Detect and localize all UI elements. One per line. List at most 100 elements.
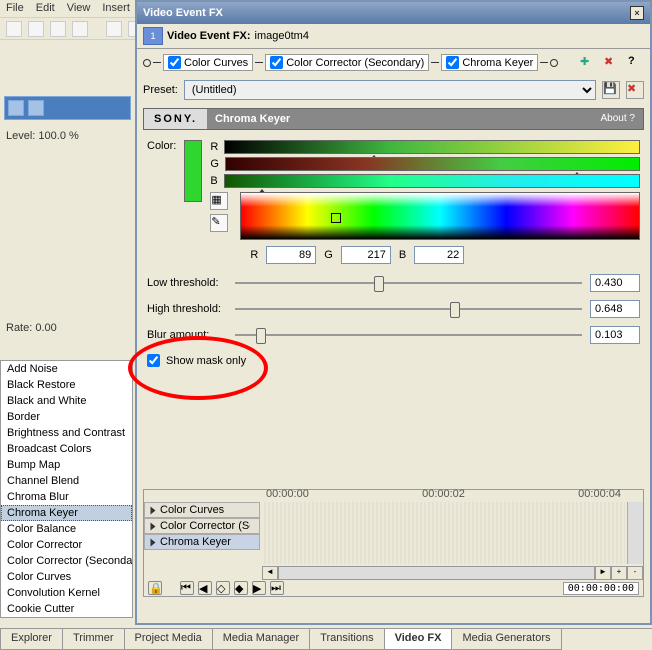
high-slider[interactable]	[235, 300, 582, 318]
prev-key-icon[interactable]: ◀	[198, 581, 212, 595]
doc-icon[interactable]	[72, 21, 88, 37]
color-section: Color: R G B ▦ ✎	[137, 134, 650, 270]
track[interactable]: Chroma Keyer	[144, 534, 260, 550]
tab-trimmer[interactable]: Trimmer	[62, 629, 125, 650]
save-icon[interactable]	[50, 21, 66, 37]
close-icon[interactable]: ×	[630, 6, 644, 20]
tab-media-manager[interactable]: Media Manager	[212, 629, 310, 650]
first-key-icon[interactable]: ⏮	[180, 581, 194, 595]
high-input[interactable]	[590, 300, 640, 318]
track[interactable]: Color Corrector (Secondary)	[144, 518, 260, 534]
level-value: 100.0 %	[38, 130, 78, 142]
b-label2: B	[399, 249, 406, 261]
scroll-track[interactable]	[278, 566, 595, 580]
fx-list-item[interactable]: Broadcast Colors	[1, 441, 132, 457]
title-bar[interactable]: Video Event FX ×	[137, 2, 650, 24]
thumb-btn[interactable]	[28, 100, 44, 116]
last-key-icon[interactable]: ⏭	[270, 581, 284, 595]
fx-list-item[interactable]: Brightness and Contrast	[1, 425, 132, 441]
fx-list-item[interactable]: Bump Map	[1, 457, 132, 473]
hscroll[interactable]: ◄ ► + -	[262, 566, 643, 580]
zoom-in-icon[interactable]: +	[611, 566, 627, 580]
lock-icon[interactable]: 🔒	[148, 581, 162, 595]
tab-video-fx[interactable]: Video FX	[384, 629, 453, 650]
add-key-icon[interactable]: ◇	[216, 581, 230, 595]
spectrum-picker[interactable]	[240, 192, 640, 240]
chain-enable-check[interactable]	[168, 56, 181, 69]
fx-list-item[interactable]: Border	[1, 409, 132, 425]
fx-list-item[interactable]: Color Corrector (Secondary)	[1, 553, 132, 569]
save-preset-icon[interactable]: 💾	[602, 81, 620, 99]
b-input[interactable]	[414, 246, 464, 264]
scroll-left-icon[interactable]: ◄	[262, 566, 278, 580]
color-swatch[interactable]	[184, 140, 202, 202]
show-mask-check[interactable]	[147, 354, 160, 367]
g-input[interactable]	[341, 246, 391, 264]
clip-index[interactable]: 1	[143, 27, 163, 45]
open-icon[interactable]	[28, 21, 44, 37]
menu-insert[interactable]: Insert	[102, 2, 130, 15]
chain-item[interactable]: Color Corrector (Secondary)	[265, 54, 429, 71]
tab-transitions[interactable]: Transitions	[309, 629, 384, 650]
del-key-icon[interactable]: ◆	[234, 581, 248, 595]
chain-item[interactable]: Color Curves	[163, 54, 253, 71]
low-input[interactable]	[590, 274, 640, 292]
fx-list[interactable]: Add NoiseBlack RestoreBlack and WhiteBor…	[0, 360, 133, 618]
preset-row: Preset: (Untitled) 💾 ✖	[137, 76, 650, 104]
fx-list-item[interactable]: Cookie Cutter	[1, 601, 132, 617]
vscroll[interactable]	[627, 502, 643, 564]
track[interactable]: Color Curves	[144, 502, 260, 518]
b-slider[interactable]	[224, 174, 640, 188]
scroll-right-icon[interactable]: ►	[595, 566, 611, 580]
cut-icon[interactable]	[106, 21, 122, 37]
keyframe-area[interactable]	[262, 502, 625, 564]
thumb-bar	[4, 96, 131, 120]
tab-media-generators[interactable]: Media Generators	[451, 629, 561, 650]
new-icon[interactable]	[6, 21, 22, 37]
fx-name: Chroma Keyer	[215, 113, 290, 125]
about-link[interactable]: About ?	[601, 113, 635, 125]
fx-list-item[interactable]: Color Balance	[1, 521, 132, 537]
menu-edit[interactable]: Edit	[36, 2, 55, 15]
next-key-icon[interactable]: ▶	[252, 581, 266, 595]
delete-preset-icon[interactable]: ✖	[626, 81, 644, 99]
add-fx-icon[interactable]: ✚	[580, 55, 596, 71]
fx-list-item[interactable]: Add Noise	[1, 361, 132, 377]
remove-fx-icon[interactable]: ✖	[604, 55, 620, 71]
fx-list-item[interactable]: Convolution Kernel	[1, 585, 132, 601]
r-input[interactable]	[266, 246, 316, 264]
fx-list-item[interactable]: Black Restore	[1, 377, 132, 393]
fx-list-item[interactable]: Channel Blend	[1, 473, 132, 489]
chain-item[interactable]: Chroma Keyer	[441, 54, 538, 71]
chain-enable-check[interactable]	[270, 56, 283, 69]
fx-list-item[interactable]: Chroma Keyer	[1, 505, 132, 521]
menu-view[interactable]: View	[67, 2, 91, 15]
expand-icon[interactable]	[151, 522, 156, 530]
eyedropper-icon[interactable]: ✎	[210, 214, 228, 232]
thumb-btn[interactable]	[8, 100, 24, 116]
picker-cross[interactable]	[331, 213, 341, 223]
fx-list-item[interactable]: Black and White	[1, 393, 132, 409]
help-icon[interactable]: ?	[628, 55, 644, 71]
timecode[interactable]: 00:00:00:00	[563, 582, 639, 595]
g-slider[interactable]	[225, 157, 640, 171]
fx-list-item[interactable]: Chroma Blur	[1, 489, 132, 505]
tab-explorer[interactable]: Explorer	[0, 629, 63, 650]
fx-list-item[interactable]: Color Curves	[1, 569, 132, 585]
fx-list-item[interactable]: Color Corrector	[1, 537, 132, 553]
color-grid-icon[interactable]: ▦	[210, 192, 228, 210]
keyframe-controls: 🔒 ⏮ ◀ ◇ ◆ ▶ ⏭ 00:00:00:00	[144, 580, 643, 596]
zoom-out-icon[interactable]: -	[627, 566, 643, 580]
expand-icon[interactable]	[151, 506, 156, 514]
g-label2: G	[324, 249, 333, 261]
preset-select[interactable]: (Untitled)	[184, 80, 596, 100]
blur-slider[interactable]	[235, 326, 582, 344]
tab-project-media[interactable]: Project Media	[124, 629, 213, 650]
menu-file[interactable]: File	[6, 2, 24, 15]
blur-input[interactable]	[590, 326, 640, 344]
low-slider[interactable]	[235, 274, 582, 292]
low-threshold-row: Low threshold:	[137, 270, 650, 296]
expand-icon[interactable]	[151, 538, 156, 546]
chain-enable-check[interactable]	[446, 56, 459, 69]
r-slider[interactable]	[224, 140, 640, 154]
